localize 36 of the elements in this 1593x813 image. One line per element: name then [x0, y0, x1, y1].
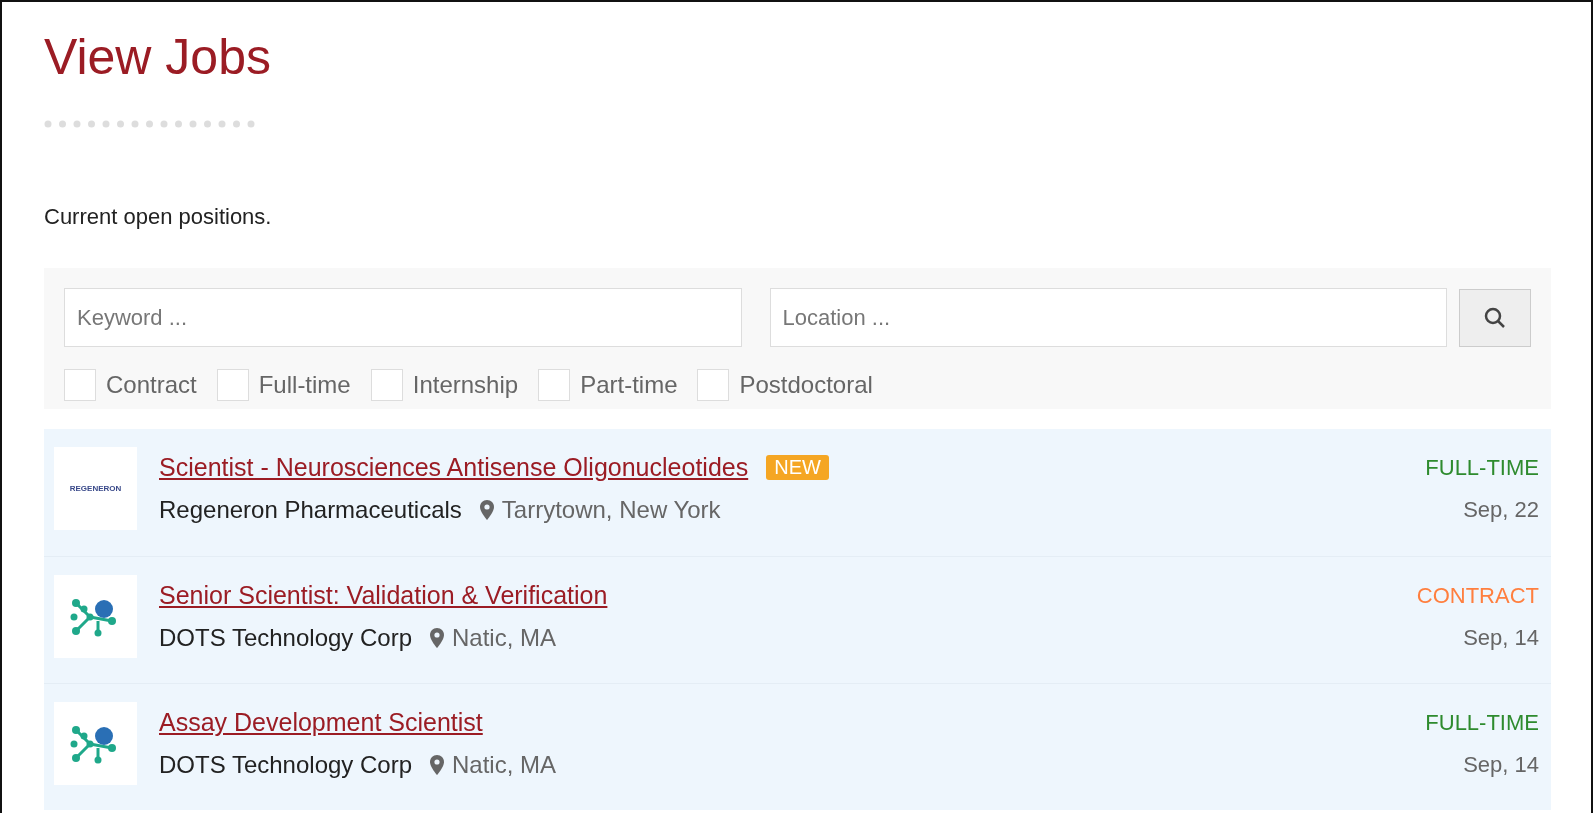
job-title-link[interactable]: Scientist - Neurosciences Antisense Oligonucleotides: [159, 453, 749, 482]
checkbox[interactable]: [64, 369, 96, 401]
checkbox-label: Part-time: [580, 371, 678, 399]
location-pin-icon: [479, 500, 494, 520]
page-title: View Jobs: [44, 28, 272, 87]
location-pin-icon: [430, 755, 444, 775]
checkbox[interactable]: [538, 369, 571, 401]
posted-date: Sep, 14: [1463, 752, 1539, 778]
job-location: Natic, MA: [452, 624, 557, 652]
checkbox-label: Internship: [412, 371, 519, 399]
search-button[interactable]: [1459, 288, 1531, 347]
checkbox[interactable]: [697, 369, 730, 401]
job-type: FULL-TIME: [1425, 455, 1539, 481]
search-icon: [1484, 306, 1506, 329]
job-type: CONTRACT: [1416, 583, 1539, 609]
job-title-link[interactable]: Assay Development Scientist: [159, 708, 483, 737]
company-name: DOTS Technology Corp: [159, 624, 412, 652]
job-location: Tarrytown, New York: [501, 496, 721, 524]
location-pin-icon: [430, 628, 444, 648]
location-field[interactable]: Location ...: [769, 288, 1447, 347]
keyword-field[interactable]: Keyword ...: [64, 288, 742, 347]
job-location: Natic, MA: [452, 751, 557, 779]
checkbox-label: Full-time: [258, 371, 351, 399]
intro-text: Current open positions.: [44, 204, 273, 230]
checkbox[interactable]: [370, 369, 403, 401]
posted-date: Sep, 14: [1463, 625, 1539, 651]
new-badge: NEW: [766, 455, 829, 480]
checkbox[interactable]: [216, 369, 249, 401]
job-type: FULL-TIME: [1425, 710, 1539, 736]
company-logo: REGENERON: [69, 484, 122, 493]
job-title-link[interactable]: Senior Scientist: Validation & Verification: [159, 581, 608, 610]
company-name: Regeneron Pharmaceuticals: [159, 496, 462, 524]
checkbox-label: Postdoctoral: [739, 371, 873, 399]
company-name: DOTS Technology Corp: [159, 751, 412, 779]
posted-date: Sep, 22: [1463, 497, 1539, 523]
checkbox-label: Contract: [106, 371, 197, 399]
